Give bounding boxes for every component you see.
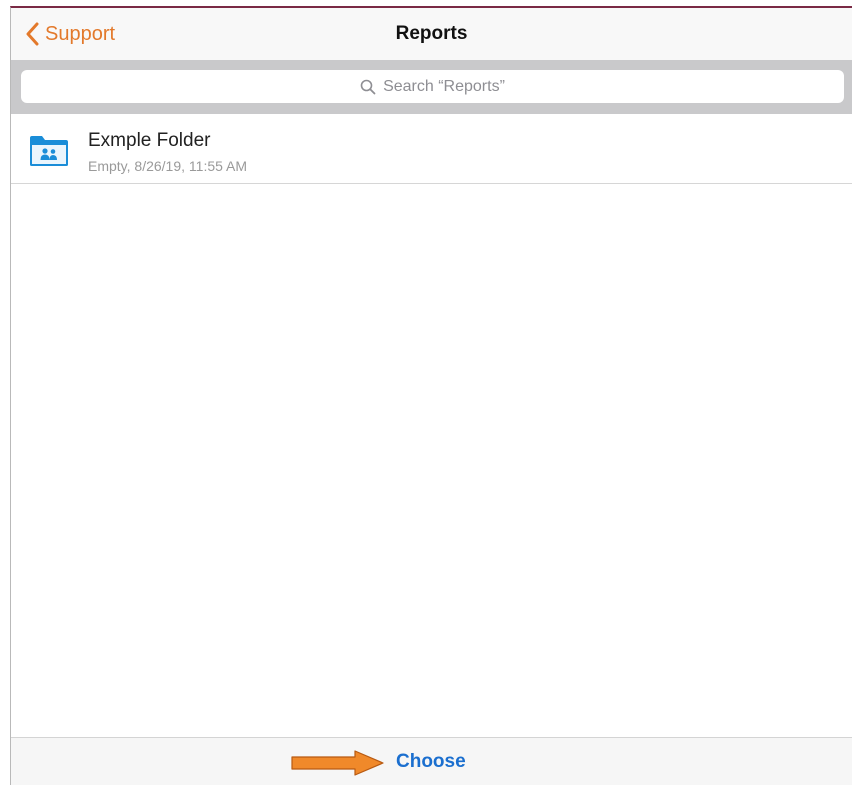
- search-icon: [360, 79, 376, 94]
- bottom-toolbar: Choose: [11, 737, 852, 785]
- choose-button[interactable]: Choose: [396, 751, 466, 773]
- search-placeholder: Search “Reports”: [383, 77, 505, 95]
- search-input[interactable]: Search “Reports”: [21, 70, 844, 103]
- search-bar-container: Search “Reports”: [11, 60, 852, 114]
- page-title: Reports: [395, 23, 468, 44]
- folder-name: Exmple Folder: [88, 130, 211, 151]
- shared-folder-icon: [30, 136, 68, 166]
- folder-details: Empty, 8/26/19, 11:55 AM: [88, 158, 248, 174]
- list-item[interactable]: Exmple Folder Empty, 8/26/19, 11:55 AM: [11, 114, 852, 184]
- app-window: Support Reports Search “Reports” Exmple …: [10, 6, 852, 785]
- navigation-bar: Support Reports: [11, 8, 852, 60]
- orange-arrow-icon: [291, 750, 384, 776]
